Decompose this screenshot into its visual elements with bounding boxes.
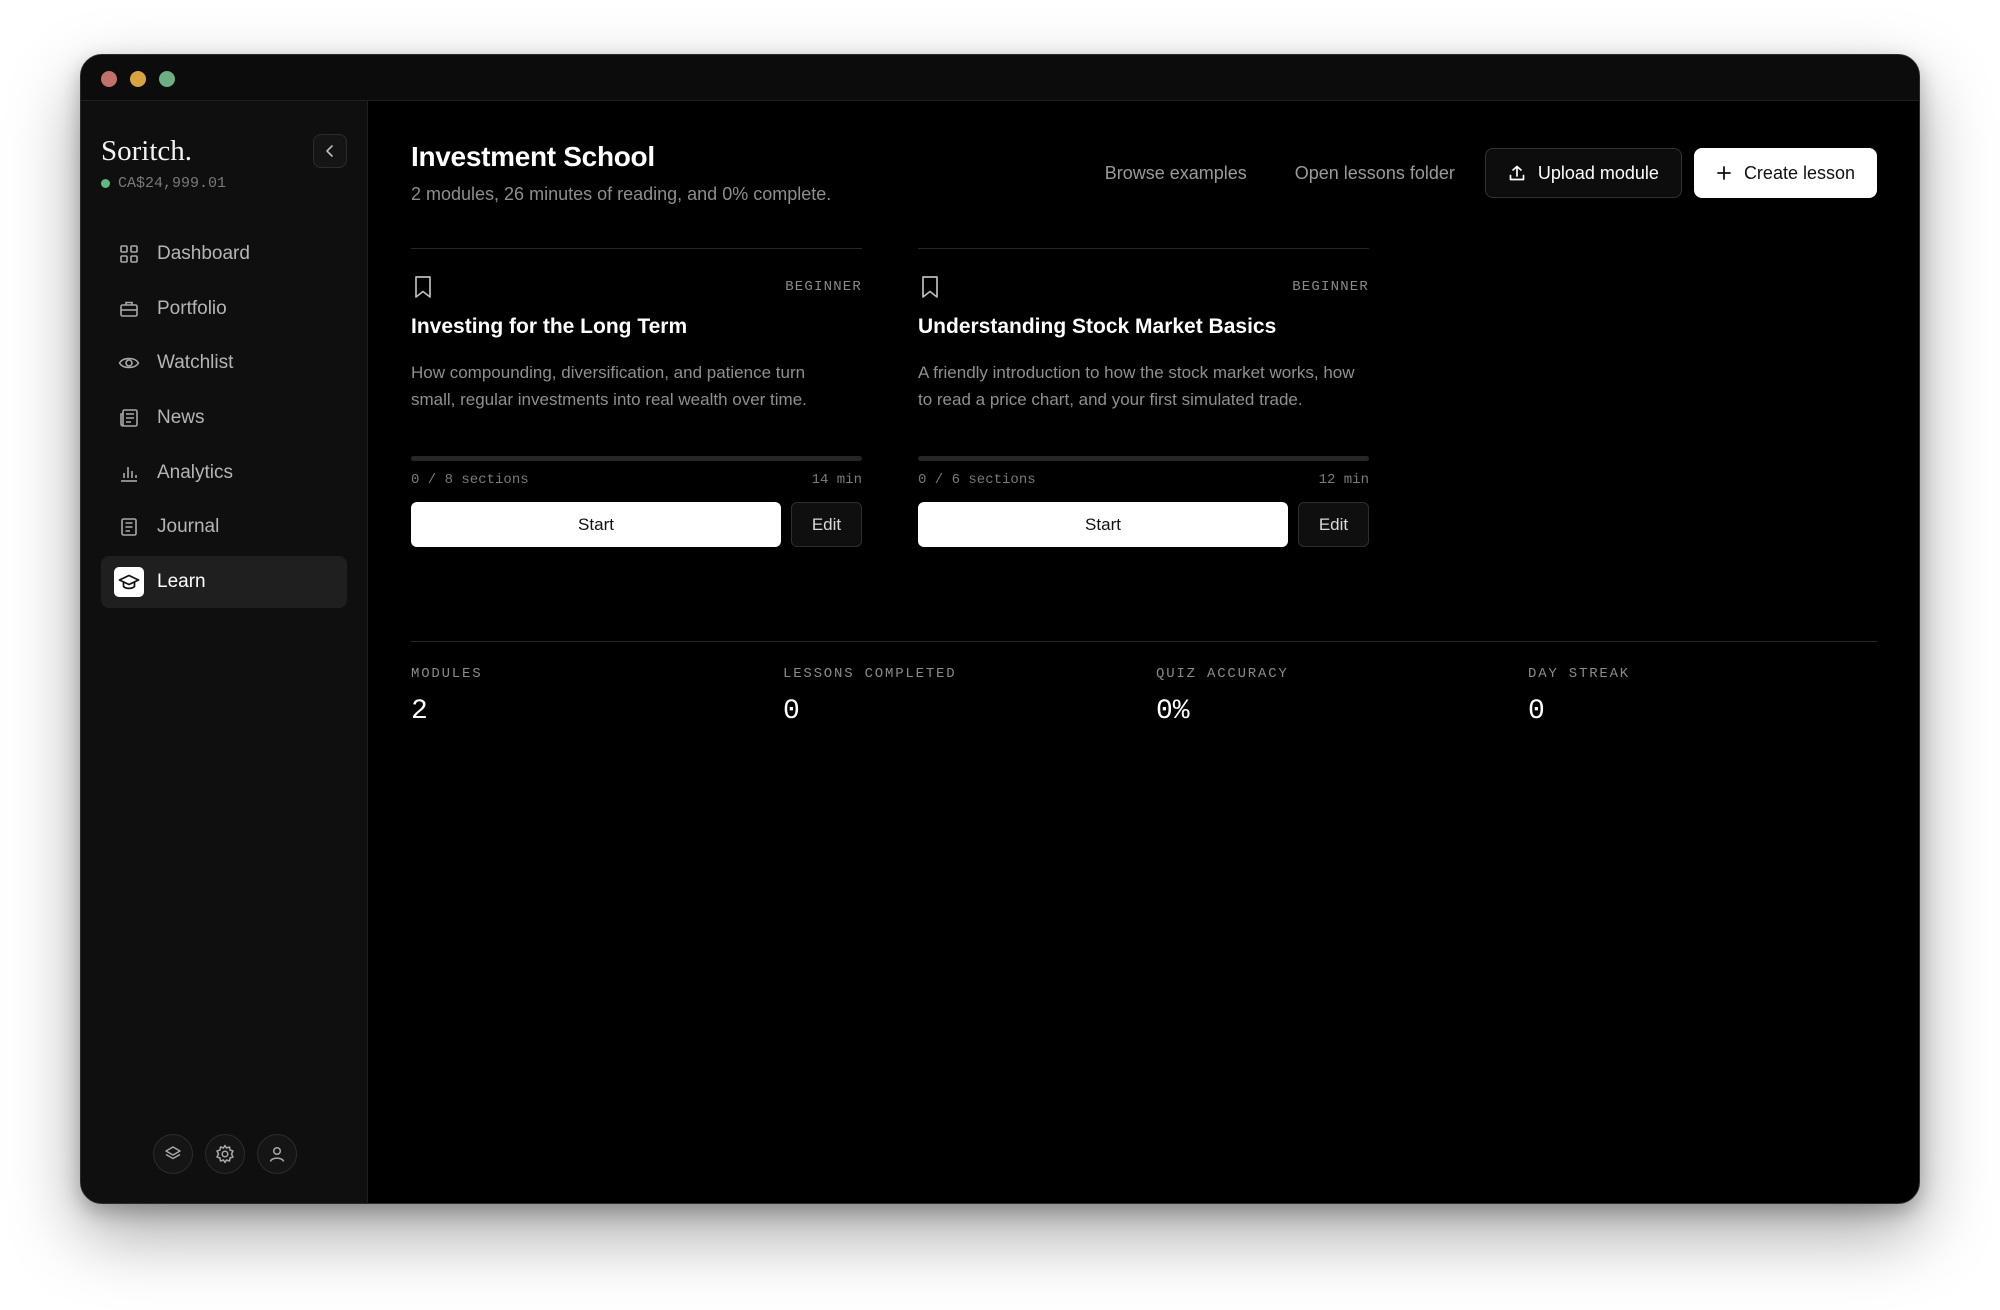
sidebar-item-learn[interactable]: Learn [101,556,347,609]
briefcase-icon [117,297,141,321]
sections-count: 0 / 8 sections [411,472,529,488]
page-title: Investment School [411,141,655,172]
stat-quiz-accuracy: QUIZ ACCURACY 0% [1156,666,1289,727]
start-module-button[interactable]: Start [918,502,1288,547]
edit-module-button[interactable]: Edit [791,502,862,547]
stat-modules: MODULES 2 [411,666,482,727]
balance-value: CA$24,999.01 [118,175,227,192]
open-lessons-folder-button[interactable]: Open lessons folder [1271,163,1479,184]
stat-label: MODULES [411,666,483,682]
settings-button[interactable] [204,1134,245,1174]
stat-lessons-completed: LESSONS COMPLETED 0 [783,666,956,727]
gear-icon [215,1144,234,1164]
upload-icon [1509,165,1525,181]
eye-icon [117,351,141,375]
header-actions: Browse examples Open lessons folder Uplo… [1081,148,1877,198]
zoom-window-button[interactable] [159,71,175,87]
module-card: BEGINNER Understanding Stock Market Basi… [918,248,1369,547]
user-icon [269,1146,284,1162]
module-progress-bar [918,456,1369,461]
sidebar-item-dashboard[interactable]: Dashboard [101,228,347,280]
upload-module-button[interactable]: Upload module [1484,148,1682,198]
upload-module-label: Upload module [1537,162,1659,183]
browse-examples-button[interactable]: Browse examples [1081,163,1271,184]
sidebar-nav: Dashboard Portfolio Watchlist News Analy… [101,228,347,611]
status-dot [101,179,110,188]
sidebar-item-label: Learn [157,571,206,593]
account-balance: CA$24,999.01 [101,175,226,192]
bookmark-icon[interactable] [920,275,940,299]
stats-row: MODULES 2 LESSONS COMPLETED 0 QUIZ ACCUR… [411,641,1877,727]
stat-label: QUIZ ACCURACY [1156,666,1289,682]
layers-button[interactable] [152,1134,193,1174]
page-subtitle: 2 modules, 26 minutes of reading, and 0%… [411,184,832,204]
chevron-left-icon [326,145,333,157]
sidebar-item-label: Watchlist [157,352,234,374]
stat-value: 2 [411,696,428,727]
reading-time: 12 min [1318,472,1369,488]
module-card: BEGINNER Investing for the Long Term How… [411,248,862,547]
module-title: Investing for the Long Term [411,315,688,338]
sidebar-item-label: News [157,407,205,429]
sidebar-item-portfolio[interactable]: Portfolio [101,283,347,335]
stat-value: 0% [1156,696,1190,727]
plus-icon [1717,166,1731,180]
grid-icon [117,242,141,266]
create-lesson-button[interactable]: Create lesson [1693,148,1877,198]
sidebar-item-label: Portfolio [157,297,227,319]
sidebar-footer [81,1134,368,1174]
bar-chart-icon [117,461,141,485]
bookmark-icon[interactable] [413,275,433,299]
stat-label: DAY STREAK [1528,666,1631,682]
sidebar-item-label: Analytics [157,461,234,483]
stat-label: LESSONS COMPLETED [783,666,957,682]
sections-count: 0 / 6 sections [918,472,1036,488]
edit-module-button[interactable]: Edit [1298,502,1369,547]
reading-time: 14 min [811,472,862,488]
module-progress-bar [411,456,862,461]
sidebar-item-label: Dashboard [157,243,250,264]
stat-day-streak: DAY STREAK 0 [1528,666,1630,727]
minimize-window-button[interactable] [130,71,146,87]
sidebar-item-watchlist[interactable]: Watchlist [101,337,347,389]
newspaper-icon [117,406,141,430]
module-description: A friendly introduction to how the stock… [918,363,1355,409]
graduation-cap-icon [114,567,144,598]
sidebar-item-analytics[interactable]: Analytics [101,447,347,499]
close-window-button[interactable] [101,71,117,87]
title-bar [81,55,1919,101]
sidebar: Soritch. CA$24,999.01 Dashboard Portfoli… [81,101,368,1203]
module-description: How compounding, diversification, and pa… [411,363,807,409]
layers-icon [164,1146,181,1160]
brand-logo: Soritch. [101,135,193,167]
notebook-icon [117,515,141,539]
stat-value: 0 [1528,696,1545,727]
module-title: Understanding Stock Market Basics [918,315,1277,338]
sidebar-item-news[interactable]: News [101,392,347,444]
sidebar-item-label: Journal [157,516,220,538]
collapse-sidebar-button[interactable] [313,134,347,168]
level-badge: BEGINNER [1292,279,1369,295]
stat-value: 0 [783,696,800,727]
level-badge: BEGINNER [785,279,862,295]
profile-button[interactable] [256,1134,297,1174]
app-window: Soritch. CA$24,999.01 Dashboard Portfoli… [80,54,1920,1204]
start-module-button[interactable]: Start [411,502,781,547]
create-lesson-label: Create lesson [1743,162,1855,183]
main-content: Investment School 2 modules, 26 minutes … [369,101,1919,1203]
sidebar-item-journal[interactable]: Journal [101,501,347,553]
